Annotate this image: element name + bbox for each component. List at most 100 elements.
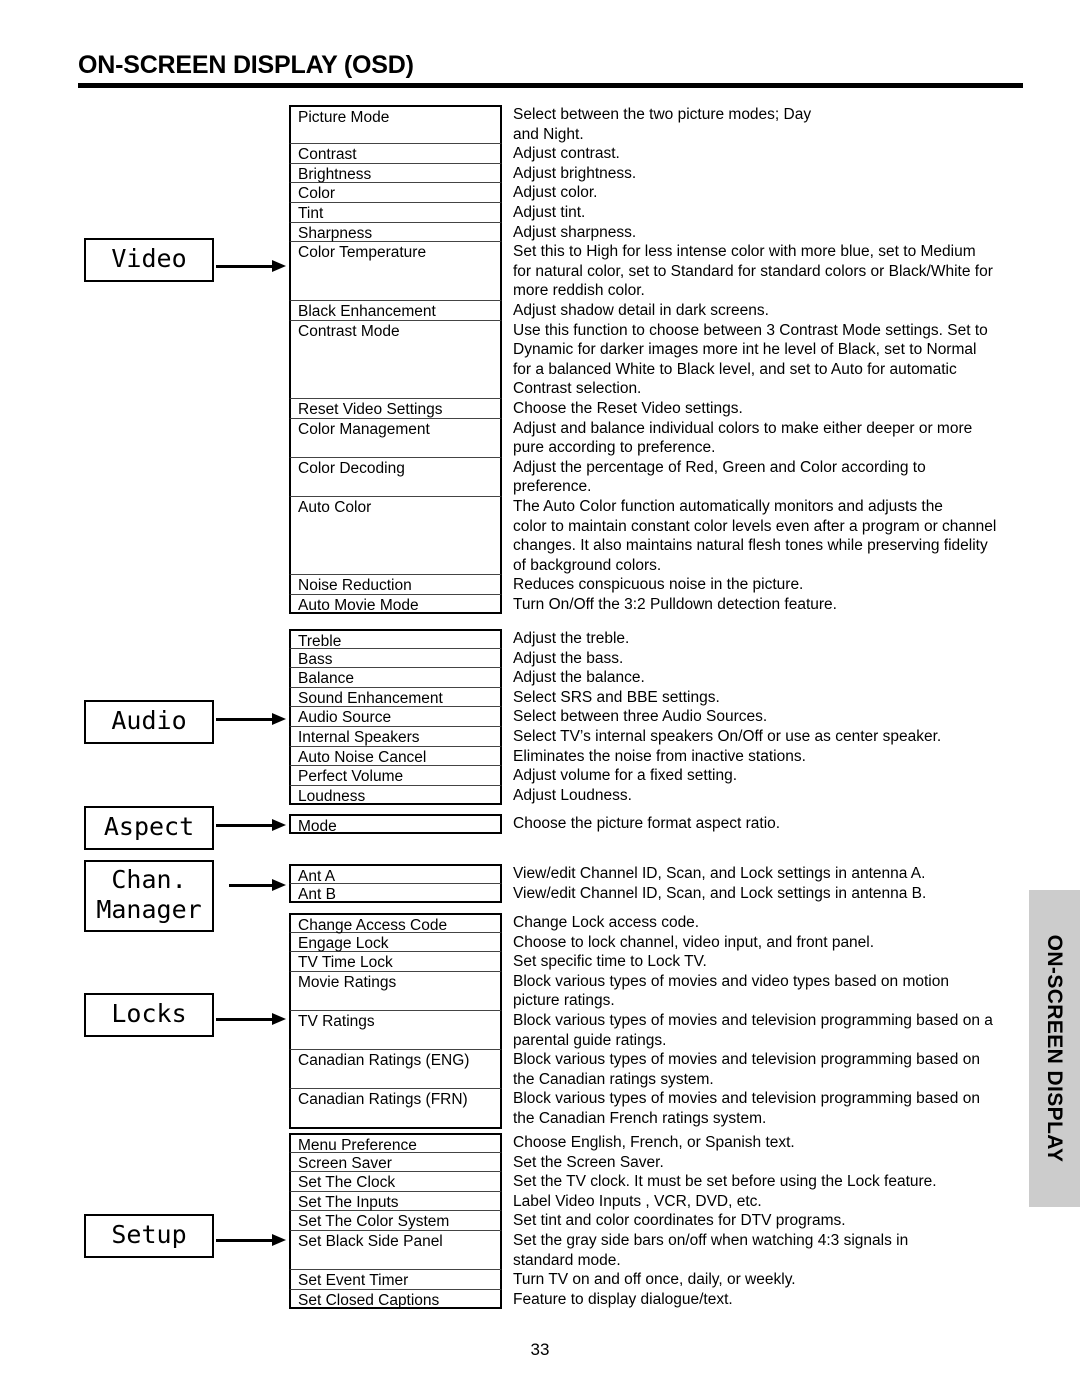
table-row: Menu Preference Choose English, French, o… <box>289 1133 937 1154</box>
arrow-icon <box>216 713 286 725</box>
setting-name: Black Enhancement <box>289 300 502 321</box>
setting-name: TV Ratings <box>289 1010 502 1051</box>
setting-name: Ant B <box>289 883 502 904</box>
setting-description: Block various types of movies and televi… <box>513 1011 993 1049</box>
table-row: Auto Color The Auto Color function automa… <box>289 496 996 576</box>
setting-name: Change Access Code <box>289 913 502 934</box>
setting-description: Adjust color. <box>513 184 598 202</box>
settings-group-locks: Change Access Code Change Lock access cod… <box>289 913 993 1129</box>
setting-name: Audio Source <box>289 707 502 727</box>
table-row: Change Access Code Change Lock access cod… <box>289 913 993 934</box>
setting-description: Feature to display dialogue/text. <box>513 1290 733 1308</box>
table-row: Set Event Timer Turn TV on and off once, … <box>289 1270 937 1290</box>
category-chan-manager[interactable]: Chan. Manager <box>84 860 214 932</box>
settings-group-rows: Menu Preference Choose English, French, o… <box>289 1133 937 1310</box>
setting-description: Adjust sharpness. <box>513 223 637 241</box>
table-row: TV Ratings Block various types of movies … <box>289 1010 993 1051</box>
section-tab-label: ON-SCREEN DISPLAY <box>1043 934 1066 1163</box>
setting-name: Reset Video Settings <box>289 398 502 419</box>
setting-name: Sharpness <box>289 222 502 243</box>
setting-description: Adjust volume for a fixed setting. <box>513 767 738 785</box>
osd-manual-page: ON-SCREEN DISPLAY (OSD) ON-SCREEN DISPLA… <box>0 0 1080 1397</box>
setting-description: Turn TV on and off once, daily, or weekl… <box>513 1271 796 1289</box>
setting-description: View/edit Channel ID, Scan, and Lock set… <box>513 884 927 902</box>
section-tab: ON-SCREEN DISPLAY <box>1029 890 1080 1207</box>
setting-name: Canadian Ratings (FRN) <box>289 1089 502 1129</box>
setting-name: Canadian Ratings (ENG) <box>289 1050 502 1090</box>
category-aspect[interactable]: Aspect <box>84 806 214 850</box>
table-row: TV Time Lock Set specific time to Lock TV… <box>289 952 993 972</box>
category-audio[interactable]: Audio <box>84 700 214 744</box>
table-row: Movie Ratings Block various types of movi… <box>289 971 993 1011</box>
table-row: Treble Adjust the treble. <box>289 629 941 650</box>
setting-description: Adjust the balance. <box>513 669 645 687</box>
setting-description: Select SRS and BBE settings. <box>513 688 720 706</box>
settings-group-video: Picture Mode Select between the two pictu… <box>289 105 996 615</box>
arrow-head <box>272 260 286 272</box>
category-label: Audio <box>111 706 187 735</box>
table-row: Canadian Ratings (ENG) Block various type… <box>289 1050 993 1090</box>
setting-name: Set Black Side Panel <box>289 1230 502 1271</box>
setting-description: Adjust contrast. <box>513 145 620 163</box>
setting-description: Set specific time to Lock TV. <box>513 953 707 971</box>
setting-description: Eliminates the noise from inactive stati… <box>513 747 806 765</box>
setting-name: Contrast Mode <box>289 320 502 399</box>
setting-name: Treble <box>289 629 502 650</box>
table-row: Engage Lock Choose to lock channel, video… <box>289 932 993 953</box>
setting-name: Engage Lock <box>289 932 502 953</box>
setting-name: Ant A <box>289 864 502 885</box>
category-setup[interactable]: Setup <box>84 1214 214 1258</box>
category-label: Manager <box>96 895 202 924</box>
setting-name: Auto Noise Cancel <box>289 746 502 767</box>
arrow-head <box>272 713 286 725</box>
setting-description: Set the Screen Saver. <box>513 1153 664 1171</box>
setting-description: Adjust the percentage of Red, Green and … <box>513 458 926 496</box>
table-row: Ant A View/edit Channel ID, Scan, and Loc… <box>289 864 926 885</box>
settings-group-rows: Mode Choose the picture format aspect rat… <box>289 814 781 835</box>
setting-description: Select TV’s internal speakers On/Off or … <box>513 727 942 745</box>
header-divider <box>78 83 1023 88</box>
arrow-shaft <box>216 1239 273 1242</box>
setting-name: Set Event Timer <box>289 1270 502 1290</box>
table-row: Color Adjust color. <box>289 183 996 203</box>
setting-description: Adjust the treble. <box>513 630 630 647</box>
table-row: Color Management Adjust and balance indiv… <box>289 418 996 458</box>
arrow-shaft <box>216 1018 273 1021</box>
setting-description: Adjust shadow detail in dark screens. <box>513 301 769 319</box>
page-number: 33 <box>530 1340 550 1359</box>
setting-name: Color Decoding <box>289 457 502 497</box>
setting-description: Turn On/Off the 3:2 Pulldown detection f… <box>513 595 837 613</box>
setting-name: Set Closed Captions <box>289 1289 502 1310</box>
setting-name: Contrast <box>289 144 502 164</box>
setting-description: Adjust brightness. <box>513 164 637 182</box>
setting-name: Color <box>289 183 502 203</box>
setting-description: Block various types of movies and televi… <box>513 1090 980 1127</box>
table-row: Screen Saver Set the Screen Saver. <box>289 1152 937 1173</box>
setting-description: Choose English, French, or Spanish text. <box>513 1134 795 1151</box>
table-row: Sharpness Adjust sharpness. <box>289 222 996 243</box>
table-row: Loudness Adjust Loudness. <box>289 785 941 806</box>
table-row: Set The Inputs Label Video Inputs , VCR, … <box>289 1191 937 1212</box>
settings-group-rows: Picture Mode Select between the two pictu… <box>289 105 996 615</box>
settings-group-rows: Change Access Code Change Lock access cod… <box>289 913 993 1129</box>
setting-description: Choose the picture format aspect ratio. <box>513 815 781 832</box>
setting-name: Balance <box>289 668 502 688</box>
table-row: Noise Reduction Reduces conspicuous noise… <box>289 575 996 595</box>
arrow-shaft <box>216 265 273 268</box>
setting-name: Bass <box>289 648 502 669</box>
table-row: Set Black Side Panel Set the gray side ba… <box>289 1230 937 1271</box>
setting-description: Adjust tint. <box>513 203 586 221</box>
table-row: Tint Adjust tint. <box>289 202 996 223</box>
settings-group-audio: Treble Adjust the treble. Bass Adjust the b… <box>289 629 942 806</box>
setting-description: Choose to lock channel, video input, and… <box>513 933 875 951</box>
table-row: Sound Enhancement Select SRS and BBE sett… <box>289 687 941 708</box>
setting-name: Sound Enhancement <box>289 687 502 708</box>
setting-name: TV Time Lock <box>289 952 502 972</box>
category-locks[interactable]: Locks <box>84 993 214 1037</box>
table-row: Auto Noise Cancel Eliminates the noise fr… <box>289 746 941 767</box>
category-video[interactable]: Video <box>84 238 214 282</box>
setting-description: Choose the Reset Video settings. <box>513 399 743 417</box>
setting-name: Set The Clock <box>289 1172 502 1192</box>
setting-description: View/edit Channel ID, Scan, and Lock set… <box>513 865 926 882</box>
arrow-head <box>272 879 286 891</box>
